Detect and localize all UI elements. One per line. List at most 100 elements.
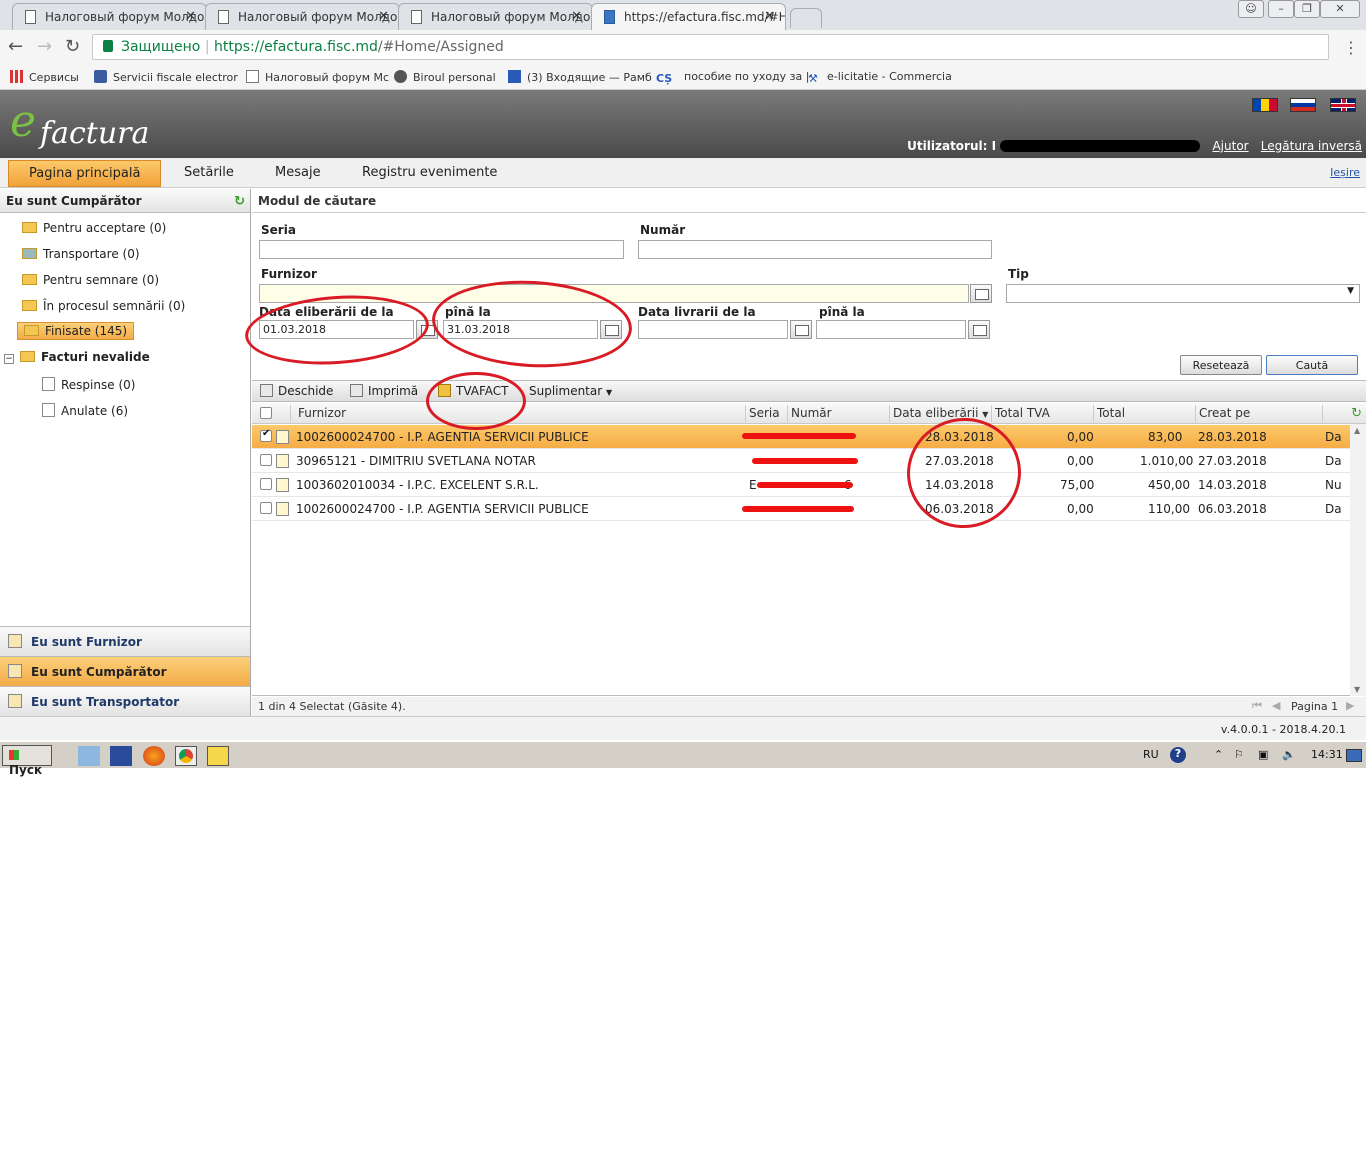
- print-button[interactable]: Imprimă: [350, 384, 418, 398]
- minimize-button[interactable]: –: [1268, 0, 1294, 18]
- flag-uk-icon[interactable]: [1330, 98, 1356, 112]
- logout-link[interactable]: Ieșire: [1330, 166, 1360, 179]
- close-icon[interactable]: ✕: [185, 9, 196, 24]
- browser-tab[interactable]: Налоговый форум Молдов ✕: [398, 3, 593, 30]
- col-creat-pe[interactable]: Creat pe: [1199, 406, 1250, 420]
- forward-icon[interactable]: →: [37, 36, 52, 57]
- flag-russia-icon[interactable]: [1290, 98, 1316, 112]
- language-indicator[interactable]: RU: [1143, 748, 1159, 761]
- seria-input[interactable]: [259, 240, 624, 259]
- tab-transportator[interactable]: Eu sunt Transportator: [0, 686, 250, 716]
- col-numar[interactable]: Număr: [791, 406, 832, 420]
- network-icon[interactable]: ▣: [1258, 748, 1268, 761]
- apps-grid-icon: [10, 70, 23, 83]
- reset-button[interactable]: Resetează: [1180, 355, 1262, 375]
- row-checkbox[interactable]: [260, 454, 272, 466]
- close-icon[interactable]: ✕: [764, 9, 775, 24]
- new-tab-button[interactable]: [790, 8, 822, 28]
- url-input[interactable]: Защищено | https://efactura.fisc.md/#Hom…: [92, 34, 1329, 60]
- tab-cumparator[interactable]: Eu sunt Cumpărător: [0, 656, 250, 686]
- browser-tab[interactable]: Налоговый форум Молдов ✕: [12, 3, 207, 30]
- menu-messages[interactable]: Mesaje: [255, 158, 341, 188]
- row-checkbox[interactable]: [260, 502, 272, 514]
- numar-input[interactable]: [638, 240, 992, 259]
- document-icon: [42, 403, 55, 417]
- menu-icon[interactable]: ⋮: [1343, 38, 1359, 57]
- next-page-icon[interactable]: ▶: [1346, 699, 1354, 712]
- bookmark-item[interactable]: Servicii fiscale electror: [94, 70, 238, 84]
- more-menu-button[interactable]: Suplimentar ▼: [529, 384, 612, 398]
- reload-icon[interactable]: ↻: [65, 36, 80, 57]
- refresh-icon[interactable]: ↻: [234, 194, 245, 209]
- first-page-icon[interactable]: ⏮: [1252, 699, 1262, 713]
- col-furnizor[interactable]: Furnizor: [298, 406, 346, 420]
- collapse-icon[interactable]: −: [4, 354, 14, 364]
- search-button[interactable]: Caută: [1266, 355, 1358, 375]
- calendar-icon[interactable]: [790, 320, 812, 339]
- flag-moldova-icon[interactable]: [1252, 98, 1278, 112]
- col-total[interactable]: Total: [1097, 406, 1125, 420]
- refresh-icon[interactable]: ↻: [1351, 406, 1362, 421]
- restore-button[interactable]: ❐: [1294, 0, 1320, 18]
- close-window-button[interactable]: ✕: [1320, 0, 1360, 18]
- open-button[interactable]: Deschide: [260, 384, 333, 398]
- windows-taskbar: Пуск RU ? ⌃ ⚐ ▣ 🔈 14:31: [0, 741, 1366, 777]
- feedback-link[interactable]: Legătura inversă: [1261, 139, 1362, 153]
- menu-settings[interactable]: Setările: [164, 158, 254, 188]
- calendar-icon[interactable]: [968, 320, 990, 339]
- folder-icon: [22, 222, 37, 233]
- chrome-icon[interactable]: [175, 746, 197, 766]
- app-icon[interactable]: [207, 746, 229, 766]
- show-desktop-icon[interactable]: [1346, 749, 1362, 762]
- row-checkbox[interactable]: [260, 428, 272, 442]
- menu-home[interactable]: Pagina principală: [8, 160, 162, 187]
- col-total-tva[interactable]: Total TVA: [995, 406, 1050, 420]
- tree-item-in-procesul-semnarii[interactable]: În procesul semnării (0): [22, 299, 185, 313]
- flag-icon[interactable]: ⚐: [1234, 748, 1244, 761]
- help-link[interactable]: Ajutor: [1212, 139, 1248, 153]
- firefox-icon[interactable]: [143, 746, 165, 766]
- profile-icon[interactable]: ☺: [1238, 0, 1264, 18]
- tree-item-transportare[interactable]: Transportare (0): [22, 247, 140, 261]
- select-all-checkbox[interactable]: [260, 407, 272, 419]
- invoice-grid: Furnizor Seria Număr Data eliberării ▼ T…: [252, 403, 1366, 696]
- volume-icon[interactable]: 🔈: [1282, 748, 1296, 761]
- browser-tab[interactable]: Налоговый форум Молдов ✕: [205, 3, 400, 30]
- bookmark-item[interactable]: (3) Входящие — Рамб: [508, 70, 652, 84]
- close-icon[interactable]: ✕: [571, 9, 582, 24]
- back-icon[interactable]: ←: [8, 36, 23, 57]
- folder-icon: [22, 274, 37, 285]
- vertical-scrollbar[interactable]: ▲ ▼: [1350, 424, 1366, 696]
- scroll-down-icon[interactable]: ▼: [1354, 685, 1360, 694]
- grid-toolbar: Deschide Imprimă TVAFACT Suplimentar ▼: [252, 380, 1366, 402]
- tree-item-pentru-semnare[interactable]: Pentru semnare (0): [22, 273, 159, 287]
- tree-item-pentru-acceptare[interactable]: Pentru acceptare (0): [22, 221, 166, 235]
- explorer-icon[interactable]: [78, 746, 100, 766]
- tree-item-respinse[interactable]: Respinse (0): [42, 377, 135, 392]
- tip-select[interactable]: ▼: [1006, 284, 1360, 303]
- bookmark-item[interactable]: ⚒ e-licitatie - Commercia: [808, 70, 952, 85]
- col-seria[interactable]: Seria: [749, 406, 780, 420]
- tree-item-anulate[interactable]: Anulate (6): [42, 403, 128, 418]
- help-icon[interactable]: ?: [1170, 747, 1186, 763]
- tab-furnizor[interactable]: Eu sunt Furnizor: [0, 626, 250, 656]
- tree-item-finisate[interactable]: Finisate (145): [17, 322, 135, 340]
- menu-event-log[interactable]: Registru evenimente: [342, 158, 517, 188]
- data-livrarii-to-input[interactable]: [816, 320, 966, 339]
- data-livrarii-from-input[interactable]: [638, 320, 788, 339]
- close-icon[interactable]: ✕: [378, 9, 389, 24]
- folder-icon: [24, 325, 39, 336]
- scroll-up-icon[interactable]: ▲: [1354, 426, 1360, 435]
- bookmark-item[interactable]: Налоговый форум Мс: [246, 70, 389, 84]
- save-icon[interactable]: [110, 746, 132, 766]
- bookmark-item[interactable]: CȘ пособие по уходу за |: [656, 70, 809, 85]
- row-checkbox[interactable]: [260, 478, 272, 490]
- chevron-up-icon[interactable]: ⌃: [1214, 748, 1223, 761]
- search-supplier-icon[interactable]: [970, 284, 992, 303]
- prev-page-icon[interactable]: ◀: [1272, 699, 1280, 712]
- bookmark-item[interactable]: Biroul personal: [394, 70, 496, 84]
- bookmark-item[interactable]: Сервисы: [10, 70, 79, 84]
- tree-item-facturi-nevalide[interactable]: − Facturi nevalide: [4, 350, 150, 364]
- start-button[interactable]: Пуск: [2, 745, 52, 777]
- browser-tab-active[interactable]: https://efactura.fisc.md/#H ✕: [591, 3, 786, 30]
